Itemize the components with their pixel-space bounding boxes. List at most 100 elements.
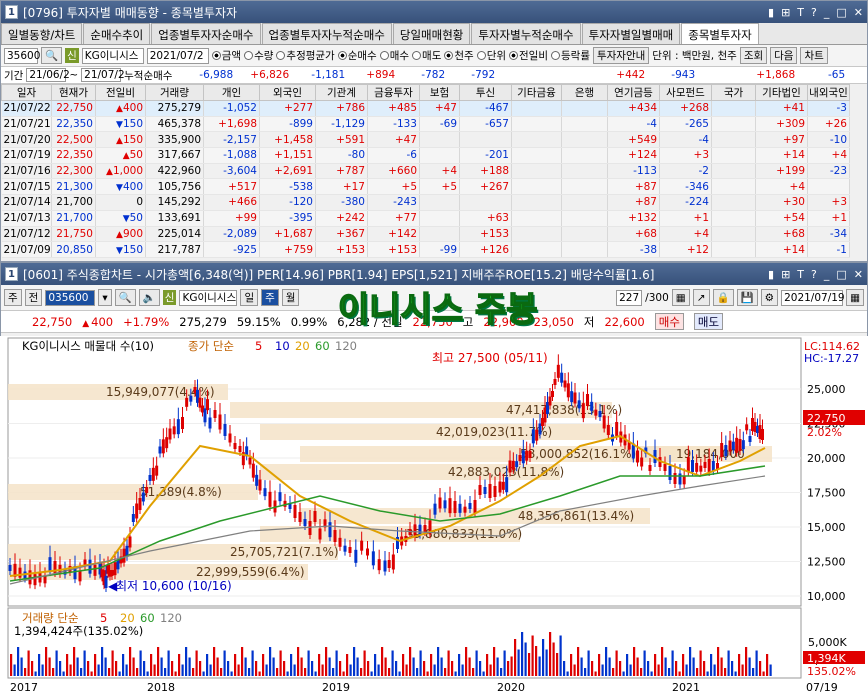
column-header[interactable]: 사모펀드 bbox=[659, 84, 712, 101]
tab-investor-cum[interactable]: 투자자별누적순매수 bbox=[471, 23, 581, 44]
column-header[interactable]: 일자 bbox=[1, 84, 52, 101]
table-cell: 21,700 bbox=[51, 210, 96, 227]
chart-kind-select[interactable]: 주 bbox=[4, 289, 22, 306]
table-row[interactable]: 21/07/1521,300400105,756+517-538+17+5+5+… bbox=[1, 178, 850, 196]
column-header[interactable]: 내외국인 bbox=[807, 84, 850, 101]
buy-button[interactable]: 매수 bbox=[654, 313, 684, 330]
column-header[interactable]: 국가 bbox=[711, 84, 756, 101]
radio-buy[interactable]: 매수 bbox=[379, 48, 409, 63]
period-to[interactable]: 21/07/2 bbox=[81, 68, 125, 82]
pin-icon[interactable]: ▮ bbox=[768, 6, 774, 19]
radio-change-rate[interactable]: 등락률 bbox=[551, 48, 590, 63]
radio-quantity[interactable]: 수량 bbox=[244, 48, 273, 63]
help-icon[interactable]: ? bbox=[811, 268, 817, 281]
radio-prev-diff[interactable]: 전일비 bbox=[509, 48, 548, 63]
help-icon[interactable]: ? bbox=[811, 6, 817, 19]
search-icon[interactable]: 🔍 bbox=[114, 289, 136, 306]
column-header[interactable]: 개인 bbox=[203, 84, 260, 101]
minimize-icon[interactable]: _ bbox=[824, 268, 830, 281]
maximize-icon[interactable]: □ bbox=[836, 6, 846, 19]
layout-icon[interactable]: ⊞ bbox=[781, 268, 790, 281]
tab-today-trades[interactable]: 당일매매현황 bbox=[392, 23, 471, 44]
radio-unit[interactable]: 단위 bbox=[476, 48, 506, 63]
stock-name[interactable]: KG이니시스 bbox=[81, 47, 144, 64]
tab-stock-investor[interactable]: 종목별투자자 bbox=[681, 23, 759, 44]
column-header[interactable]: 거래량 bbox=[145, 84, 204, 101]
period-week[interactable]: 주 bbox=[261, 289, 279, 306]
bar-count[interactable]: 227 bbox=[616, 289, 643, 306]
tab-daily[interactable]: 일별동향/차트 bbox=[1, 23, 83, 44]
candle-body bbox=[686, 457, 690, 473]
stock-code-input[interactable]: 35600 bbox=[4, 47, 40, 64]
chart-stock-name[interactable]: KG이니시스 bbox=[179, 289, 238, 306]
table-row[interactable]: 21/07/0920,850150217,787-925+759+153+153… bbox=[1, 241, 850, 258]
next-button[interactable]: 다음 bbox=[770, 47, 798, 64]
column-header[interactable]: 기관계 bbox=[315, 84, 368, 101]
search-icon[interactable]: 🔍 bbox=[41, 47, 63, 64]
calendar-icon[interactable]: ▦ bbox=[846, 289, 864, 306]
close-icon[interactable]: ✕ bbox=[854, 6, 863, 19]
table-row[interactable]: 21/07/2222,750400275,279-1,052+277+786+4… bbox=[1, 100, 850, 117]
column-header[interactable]: 금융투자 bbox=[367, 84, 420, 101]
query-button[interactable]: 조회 bbox=[739, 47, 768, 64]
chart-button[interactable]: 차트 bbox=[800, 47, 828, 64]
table-row[interactable]: 21/07/1321,700 50133,691+99-395+242+77 +63… bbox=[1, 210, 850, 227]
tab-net-buy-trend[interactable]: 순매수추이 bbox=[83, 23, 151, 44]
radio-sell[interactable]: 매도 bbox=[412, 48, 441, 63]
chart-code-input[interactable]: 035600 bbox=[45, 289, 96, 306]
layout-icon[interactable]: ⊞ bbox=[781, 6, 790, 19]
prev-select[interactable]: 전 bbox=[24, 289, 43, 306]
candle-body bbox=[165, 437, 169, 449]
chart-date-input[interactable]: 2021/07/19 bbox=[781, 289, 845, 306]
column-header[interactable]: 전일비 bbox=[95, 84, 146, 101]
column-header[interactable]: 연기금등 bbox=[607, 84, 660, 101]
table-row[interactable]: 21/07/2022,500 150335,900-2,157+1,458+591… bbox=[1, 131, 850, 149]
sell-button[interactable]: 매도 bbox=[693, 313, 724, 330]
candle-body bbox=[724, 445, 728, 456]
table-row[interactable]: 21/07/2122,350 150465,378+1,698-899-1,129… bbox=[1, 116, 850, 133]
table-row[interactable]: 21/07/1221,750 900225,014-2,089+1,687+367… bbox=[1, 226, 850, 243]
font-icon[interactable]: T bbox=[797, 268, 804, 281]
tool-icon[interactable]: ↗ bbox=[692, 289, 710, 306]
radio-avg-price[interactable]: 추정평균가 bbox=[276, 48, 335, 63]
period-month[interactable]: 월 bbox=[281, 289, 300, 306]
price-chart[interactable]: KG이니시스 매물대 수(10) 종가 단순 5 10 20 60 120 25,000 22,… bbox=[0, 336, 868, 696]
investor-guide-button[interactable]: 투자자안내 bbox=[592, 47, 650, 64]
column-header[interactable]: 은행 bbox=[561, 84, 608, 101]
table-row[interactable]: 21/07/14 21,700 0 145,292 +466 -120 -380 -243 +8… bbox=[1, 194, 850, 211]
table-cell: -23 bbox=[807, 163, 850, 180]
radio-amount[interactable]: 금액 bbox=[211, 48, 241, 63]
maximize-icon[interactable]: □ bbox=[836, 268, 846, 281]
radio-net-buy[interactable]: 순매수 bbox=[337, 48, 377, 63]
period-day[interactable]: 일 bbox=[240, 289, 259, 306]
column-header[interactable]: 기타법인 bbox=[755, 84, 808, 101]
close-icon[interactable]: ✕ bbox=[854, 268, 863, 281]
tab-sector-net-buy[interactable]: 업종별투자자순매수 bbox=[151, 23, 261, 44]
date-input[interactable]: 2021/07/2 bbox=[146, 47, 209, 64]
candle-body bbox=[505, 477, 509, 493]
volume-bar bbox=[486, 654, 489, 676]
pin-icon[interactable]: ▮ bbox=[768, 268, 774, 281]
table-row[interactable]: 21/07/1922,350 50317,667-1,088+1,151-80-6… bbox=[1, 147, 850, 164]
table-row[interactable]: 21/07/1622,300 1,000422,960-3,604+2,691+7… bbox=[1, 163, 850, 180]
font-icon[interactable]: T bbox=[797, 6, 804, 19]
settings-icon[interactable]: ⚙ bbox=[760, 289, 779, 306]
radio-thousand-shares[interactable]: 천주 bbox=[444, 48, 474, 63]
grid-icon[interactable]: ▦ bbox=[671, 289, 690, 306]
speaker-icon[interactable]: 🔈 bbox=[138, 289, 160, 306]
period-from[interactable]: 21/06/2 bbox=[26, 68, 70, 82]
table-cell bbox=[511, 194, 562, 211]
column-header[interactable]: 투신 bbox=[459, 84, 512, 101]
column-header[interactable]: 현재가 bbox=[51, 84, 96, 101]
candle-body bbox=[8, 565, 12, 571]
candle-body bbox=[328, 522, 332, 538]
tab-investor-daily[interactable]: 투자자별일별매매 bbox=[581, 23, 681, 44]
column-header[interactable]: 외국인 bbox=[259, 84, 316, 101]
save-icon[interactable]: 💾 bbox=[736, 289, 758, 306]
tab-sector-cum-net-buy[interactable]: 업종별투자자누적순매수 bbox=[261, 23, 392, 44]
minimize-icon[interactable]: _ bbox=[824, 6, 830, 19]
lock-icon[interactable]: 🔒 bbox=[712, 289, 734, 306]
column-header[interactable]: 기타금융 bbox=[511, 84, 562, 101]
column-header[interactable]: 보험 bbox=[419, 84, 460, 101]
chevron-down-icon[interactable]: ▾ bbox=[98, 289, 112, 306]
